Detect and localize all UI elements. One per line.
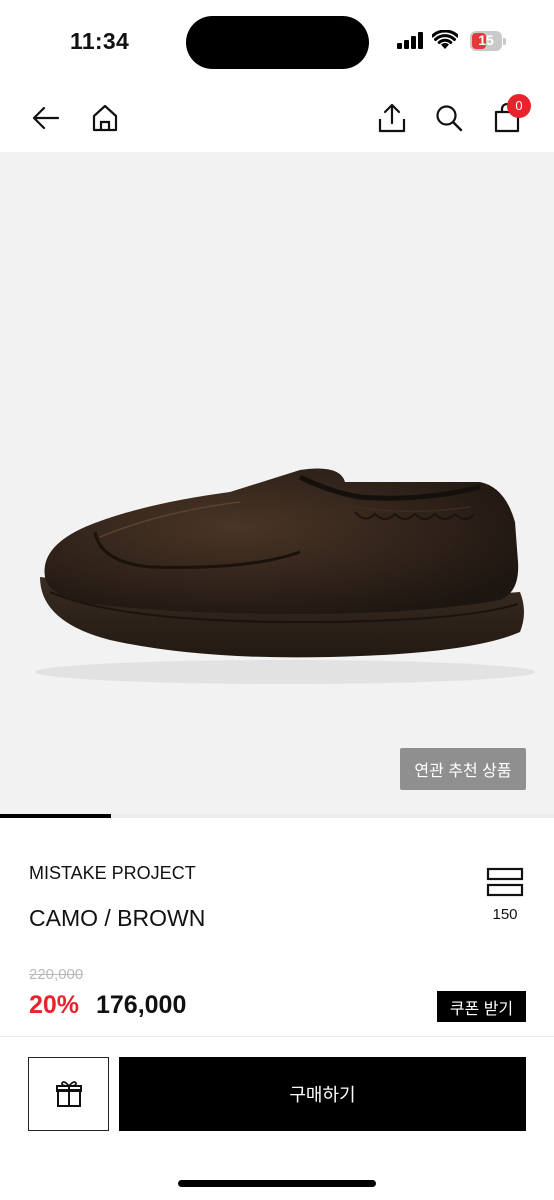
search-icon: [436, 105, 463, 132]
gallery-progress: [0, 814, 554, 818]
product-name: CAMO / BROWN: [29, 905, 206, 931]
battery-icon: 15: [470, 31, 506, 51]
gift-icon: [55, 1081, 82, 1107]
gallery-progress-fill: [0, 814, 111, 818]
home-button[interactable]: [83, 96, 127, 140]
top-nav: [0, 90, 554, 150]
wishlist-button[interactable]: 150: [484, 866, 526, 926]
battery-level: 15: [478, 32, 494, 48]
home-indicator: [178, 1180, 376, 1187]
cart-count-badge: 0: [507, 94, 531, 118]
layers-icon: [486, 867, 524, 897]
arrow-left-icon: [32, 106, 60, 130]
back-button[interactable]: [24, 96, 68, 140]
wishlist-count: 150: [492, 906, 518, 923]
buy-button[interactable]: 구매하기: [119, 1057, 526, 1131]
coupon-button[interactable]: 쿠폰 받기: [437, 991, 526, 1022]
status-bar: 11:34 15: [0, 0, 554, 84]
sale-price: 176,000: [96, 991, 187, 1019]
divider: [0, 1036, 554, 1037]
cellular-signal-icon: [397, 32, 425, 49]
dynamic-island: [186, 16, 369, 69]
status-time: 11:34: [70, 28, 130, 54]
shoe-image: [35, 468, 535, 684]
product-image[interactable]: [0, 152, 554, 814]
discount-rate: 20%: [29, 991, 80, 1019]
share-icon: [378, 103, 406, 133]
home-icon: [92, 104, 118, 132]
share-button[interactable]: [370, 96, 414, 140]
wifi-icon: [432, 30, 458, 49]
brand-name[interactable]: MISTAKE PROJECT: [29, 863, 196, 884]
search-button[interactable]: [427, 96, 471, 140]
related-products-button[interactable]: 연관 추천 상품: [400, 748, 526, 790]
original-price: 220,000: [29, 966, 84, 983]
gift-button[interactable]: [28, 1057, 109, 1131]
